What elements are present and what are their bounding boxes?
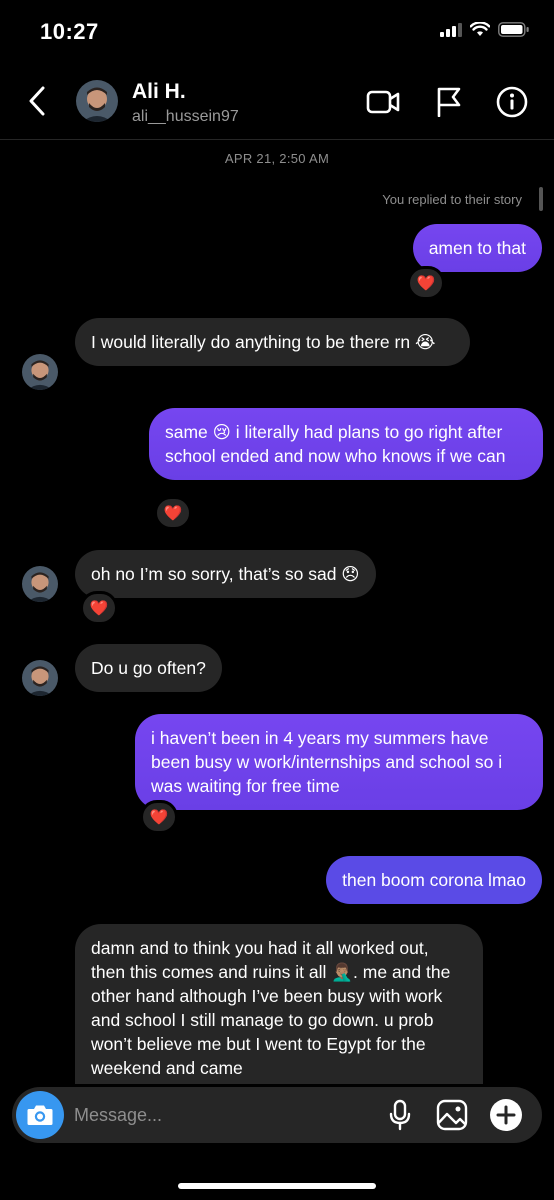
story-reply-note: You replied to their story (382, 192, 522, 207)
voice-message-button[interactable] (382, 1097, 418, 1133)
message-bubble-incoming[interactable]: Do u go often? (75, 644, 222, 692)
microphone-icon (389, 1099, 411, 1131)
message-reaction[interactable]: ❤️ (154, 496, 192, 530)
message-bubble-incoming[interactable]: oh no I’m so sorry, that’s so sad 😞 (75, 550, 376, 598)
sender-avatar[interactable] (22, 566, 58, 602)
message-bubble-outgoing[interactable]: i haven’t been in 4 years my summers hav… (135, 714, 543, 810)
back-button[interactable] (22, 84, 52, 118)
message-bubble-outgoing[interactable]: amen to that (412, 224, 542, 272)
plus-icon (490, 1099, 522, 1131)
sender-avatar[interactable] (22, 354, 58, 390)
gallery-icon (436, 1099, 468, 1131)
status-icons (440, 22, 530, 37)
message-bubble-incoming[interactable]: damn and to think you had it all worked … (75, 924, 483, 1084)
gallery-button[interactable] (434, 1097, 470, 1133)
wifi-icon (470, 22, 490, 36)
video-call-icon (366, 90, 400, 114)
contact-username[interactable]: ali__hussein97 (132, 108, 239, 126)
heart-icon: ❤️ (163, 505, 183, 522)
home-indicator[interactable] (178, 1183, 376, 1189)
more-options-button[interactable] (488, 1097, 524, 1133)
status-bar: 10:27 (0, 0, 554, 64)
message-composer (12, 1087, 542, 1143)
info-icon (496, 86, 528, 118)
battery-icon (498, 22, 529, 37)
info-button[interactable] (495, 85, 529, 119)
message-bubble-incoming[interactable]: I would literally do anything to be ther… (75, 318, 470, 366)
back-icon (29, 86, 45, 116)
scroll-indicator[interactable] (539, 187, 543, 211)
sender-avatar[interactable] (22, 660, 58, 696)
message-reaction[interactable]: ❤️ (80, 591, 118, 625)
heart-icon: ❤️ (416, 275, 436, 292)
report-button[interactable] (432, 85, 466, 119)
video-call-button[interactable] (366, 85, 400, 119)
message-reaction[interactable]: ❤️ (140, 800, 178, 834)
message-list[interactable]: APR 21, 2:50 AM You replied to their sto… (0, 140, 554, 1084)
contact-name[interactable]: Ali H. (132, 80, 186, 104)
chat-header: Ali H. ali__hussein97 (0, 64, 554, 140)
message-bubble-outgoing[interactable]: then boom corona lmao (326, 856, 542, 904)
message-bubble-outgoing[interactable]: same 😢 i literally had plans to go right… (149, 408, 543, 480)
signal-icon (440, 22, 462, 37)
flag-icon (437, 87, 461, 117)
message-timestamp: APR 21, 2:50 AM (224, 151, 330, 166)
camera-icon (27, 1105, 53, 1125)
message-input[interactable] (74, 1101, 374, 1129)
status-time: 10:27 (40, 19, 99, 44)
camera-button[interactable] (16, 1091, 64, 1139)
contact-avatar[interactable] (76, 80, 118, 122)
message-reaction[interactable]: ❤️ (407, 266, 445, 300)
heart-icon: ❤️ (89, 600, 109, 617)
heart-icon: ❤️ (149, 809, 169, 826)
